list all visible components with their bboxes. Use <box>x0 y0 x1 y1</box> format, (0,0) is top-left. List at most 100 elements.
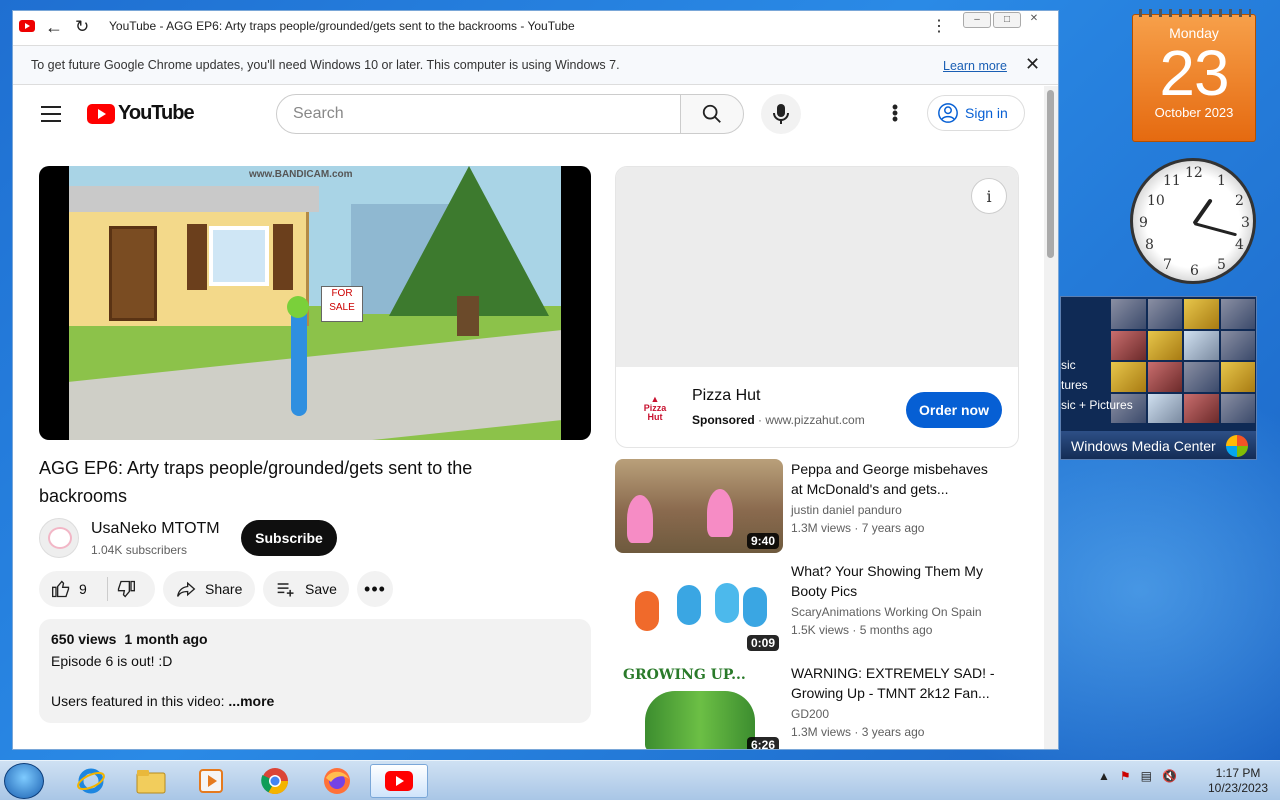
menu-icon[interactable] <box>41 106 61 127</box>
more-actions-icon[interactable]: ••• <box>357 571 393 607</box>
settings-menu-icon[interactable]: • • • <box>891 98 899 128</box>
video-frame: FOR SALE www.BANDICAM.com <box>69 166 561 440</box>
chrome-window: ← ↻ YouTube - AGG EP6: Arty traps people… <box>12 10 1059 750</box>
show-more-link[interactable]: ...more <box>228 693 274 709</box>
recommended-title[interactable]: WARNING: EXTREMELY SAD! - Growing Up - T… <box>791 663 1001 703</box>
page-scrollbar[interactable] <box>1044 86 1058 749</box>
ad-info-icon[interactable]: i <box>972 179 1006 213</box>
youtube-favicon-icon <box>19 20 35 32</box>
recommended-views: 1.5K views <box>791 623 850 637</box>
account-icon <box>938 103 958 123</box>
learn-more-link[interactable]: Learn more <box>943 59 1007 73</box>
search-button[interactable] <box>680 94 744 134</box>
clock-number: 7 <box>1163 257 1172 273</box>
search-input[interactable]: Search <box>276 94 681 134</box>
clock-number: 3 <box>1241 215 1250 231</box>
media-center-menu-item[interactable]: sic <box>1061 355 1133 375</box>
youtube-logo[interactable]: YouTube <box>87 102 195 125</box>
view-count: 650 views <box>51 631 117 647</box>
sponsored-label: Sponsored <box>692 413 755 427</box>
recommended-video[interactable]: 0:09 What? Your Showing Them My Booty Pi… <box>615 561 1025 657</box>
show-hidden-icons[interactable]: ▲ <box>1098 769 1110 783</box>
like-count[interactable]: 9 <box>79 581 87 597</box>
subscriber-count: 1.04K subscribers <box>91 543 188 557</box>
minimize-button[interactable]: – <box>963 12 991 28</box>
recommended-title[interactable]: What? Your Showing Them My Booty Pics <box>791 561 1001 601</box>
media-center-menu: sic tures sic + Pictures <box>1061 355 1133 415</box>
recommended-views: 1.3M views <box>791 521 852 535</box>
scrollbar-thumb[interactable] <box>1047 90 1054 258</box>
share-icon <box>177 581 196 597</box>
infobar-message: To get future Google Chrome updates, you… <box>31 58 620 72</box>
clock-number: 4 <box>1235 237 1244 253</box>
action-center-flag-icon[interactable]: ⚑ <box>1120 769 1131 783</box>
share-button[interactable]: Share <box>163 571 255 607</box>
volume-muted-icon[interactable]: 🔇 <box>1162 769 1177 783</box>
recommended-video[interactable]: 9:40 Peppa and George misbehaves at McDo… <box>615 459 1025 555</box>
media-center-gadget[interactable]: sic tures sic + Pictures Windows Media C… <box>1060 296 1257 460</box>
clock-number: 12 <box>1185 165 1203 181</box>
recommended-channel[interactable]: GD200 <box>791 707 829 721</box>
ad-brand[interactable]: Pizza Hut <box>692 387 760 405</box>
recommended-age: 3 years ago <box>861 725 925 739</box>
back-arrow-icon[interactable]: ← <box>45 17 63 37</box>
description-box[interactable]: 650 views 1 month ago Episode 6 is out! :… <box>39 619 591 723</box>
chrome-menu-icon[interactable]: ⋮ <box>931 17 947 37</box>
start-button[interactable] <box>4 763 44 799</box>
save-button[interactable]: Save <box>263 571 349 607</box>
reload-icon[interactable]: ↻ <box>75 17 89 37</box>
video-watermark: www.BANDICAM.com <box>249 169 353 180</box>
calendar-month: October 2023 <box>1154 105 1234 120</box>
calendar-gadget[interactable]: Monday 23 October 2023 <box>1132 9 1256 142</box>
video-title: AGG EP6: Arty traps people/grounded/gets… <box>39 458 473 506</box>
order-now-button[interactable]: Order now <box>906 392 1002 428</box>
recommended-title[interactable]: Peppa and George misbehaves at McDonald'… <box>791 459 1001 499</box>
media-center-menu-item[interactable]: tures <box>1061 375 1133 395</box>
close-window-button[interactable]: ✕ <box>1023 12 1045 28</box>
tray-date: 10/23/2023 <box>1207 781 1269 795</box>
chrome-icon[interactable] <box>250 764 300 798</box>
voice-search-button[interactable] <box>761 94 801 134</box>
video-thumbnail[interactable]: 9:40 <box>615 459 783 553</box>
recommended-channel[interactable]: ScaryAnimations Working On Spain <box>791 605 982 619</box>
thumbs-down-icon[interactable] <box>116 579 136 599</box>
maximize-button[interactable]: □ <box>993 12 1021 28</box>
recommended-stats: 1.3M views · 7 years ago <box>791 521 925 535</box>
video-thumbnail[interactable]: GROWING UP... 6:26 <box>615 663 783 749</box>
clock-gadget[interactable]: 12 1 2 3 4 5 6 7 8 9 10 11 <box>1130 158 1256 284</box>
thumbs-up-icon[interactable] <box>51 579 71 599</box>
subscribe-button[interactable]: Subscribe <box>241 520 337 556</box>
sign-in-button[interactable]: Sign in <box>927 95 1025 131</box>
clock-number: 11 <box>1163 173 1181 189</box>
ad-image[interactable] <box>616 167 1018 367</box>
youtube-taskbar-button[interactable] <box>370 764 428 798</box>
thumbnail-text: GROWING UP... <box>623 667 746 683</box>
internet-explorer-icon[interactable] <box>66 764 116 798</box>
microphone-icon <box>773 104 789 124</box>
clock-minute-hand <box>1193 222 1238 237</box>
video-thumbnail[interactable]: 0:09 <box>615 561 783 655</box>
sponsored-ad[interactable]: i ▲ Pizza Hut Pizza Hut Sponsored · www.pi… <box>615 166 1019 448</box>
network-icon[interactable]: ▤ <box>1141 769 1152 783</box>
clock-number: 2 <box>1235 193 1244 209</box>
clock-number: 9 <box>1139 215 1148 231</box>
clock-tray[interactable]: 1:17 PM 10/23/2023 <box>1198 766 1278 796</box>
channel-name[interactable]: UsaNeko MTOTM <box>91 520 220 538</box>
recommended-channel[interactable]: justin daniel panduro <box>791 503 902 517</box>
save-label: Save <box>305 581 337 597</box>
close-infobar-icon[interactable]: ✕ <box>1025 54 1040 75</box>
window-title: YouTube - AGG EP6: Arty traps people/gro… <box>109 19 575 33</box>
recommended-age: 5 months ago <box>859 623 933 637</box>
channel-avatar[interactable] <box>39 518 79 558</box>
upload-age: 1 month ago <box>124 631 208 647</box>
video-player[interactable]: FOR SALE www.BANDICAM.com <box>39 166 591 440</box>
firefox-icon[interactable] <box>312 764 362 798</box>
file-explorer-icon[interactable] <box>126 764 176 798</box>
ad-url: www.pizzahut.com <box>765 413 865 427</box>
recommended-video[interactable]: GROWING UP... 6:26 WARNING: EXTREMELY SA… <box>615 663 1025 749</box>
clock-hour-hand <box>1192 198 1213 226</box>
media-player-icon[interactable] <box>186 764 236 798</box>
media-center-menu-item[interactable]: sic + Pictures <box>1061 395 1133 415</box>
description-line: Users featured in this video: <box>51 693 225 709</box>
youtube-play-icon <box>87 103 115 124</box>
